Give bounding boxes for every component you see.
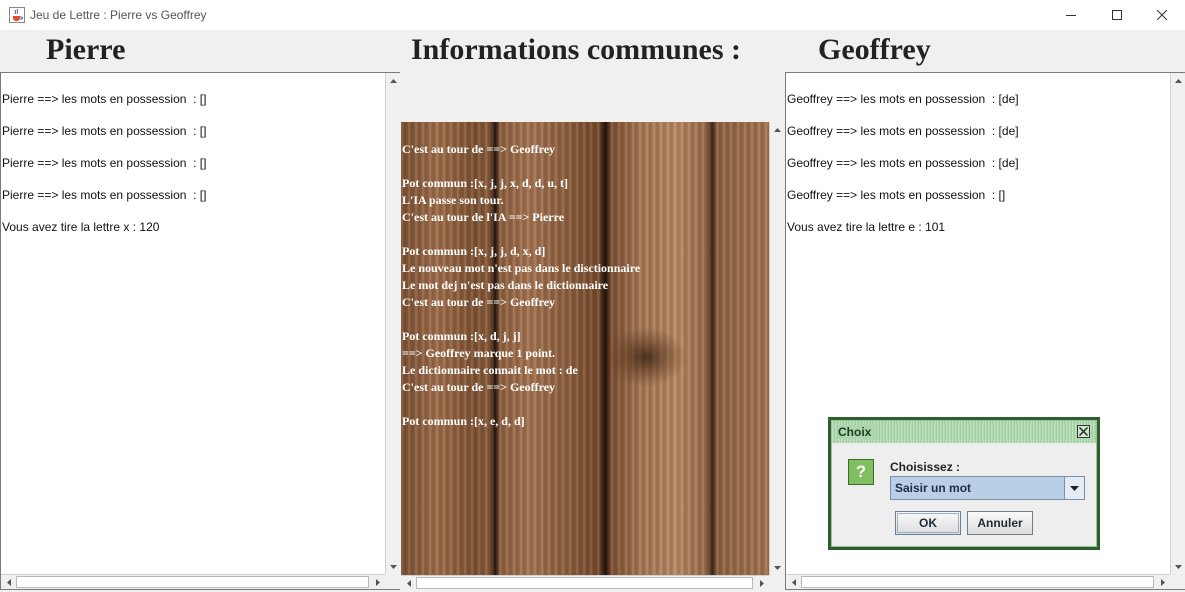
choice-prompt: Choisissez : [890, 460, 961, 474]
question-icon: ? [848, 459, 874, 485]
dialog-title: Choix [838, 425, 876, 439]
ok-button[interactable]: OK [895, 511, 961, 535]
scroll-down-arrow-icon[interactable] [1171, 559, 1185, 574]
window-title-bar: Jeu de Lettre : Pierre vs Geoffrey [0, 0, 1185, 30]
choice-select-value: Saisir un mot [895, 481, 972, 495]
log-line: Pot commun :[x, e, d, d] [402, 414, 525, 428]
cancel-button[interactable]: Annuler [967, 511, 1033, 535]
log-line: Pierre ==> les mots en possession : [] [2, 156, 207, 170]
window-title: Jeu de Lettre : Pierre vs Geoffrey [30, 8, 207, 22]
close-button[interactable] [1139, 0, 1185, 30]
dialog-close-button[interactable] [1077, 425, 1090, 438]
maximize-icon [1112, 10, 1122, 20]
log-line: Vous avez tire la lettre x : 120 [2, 220, 160, 234]
minimize-button[interactable] [1048, 0, 1094, 30]
log-line: Pierre ==> les mots en possession : [] [2, 124, 207, 138]
log-line: Geoffrey ==> les mots en possession : [] [787, 188, 1006, 202]
log-line: Pot commun :[x, j, j, x, d, d, u, t] [402, 176, 568, 190]
left-player-log[interactable]: Pierre ==> les mots en possession : [] P… [0, 72, 400, 590]
scroll-thumb[interactable] [416, 577, 753, 589]
center-horizontal-scrollbar[interactable] [401, 575, 769, 590]
log-line: Geoffrey ==> les mots en possession : [d… [787, 124, 1019, 138]
left-vertical-scrollbar[interactable] [385, 73, 400, 574]
scroll-thumb[interactable] [801, 576, 1154, 588]
minimize-icon [1066, 15, 1076, 16]
log-line: C'est au tour de ==> Geoffrey [402, 380, 556, 394]
scroll-thumb[interactable] [16, 576, 369, 588]
scroll-corner [385, 574, 400, 589]
common-log-text: C'est au tour de ==> Geoffrey Pot commun… [402, 141, 640, 430]
scroll-right-arrow-icon[interactable] [370, 575, 385, 590]
log-line: Geoffrey ==> les mots en possession : [d… [787, 156, 1019, 170]
scroll-left-arrow-icon[interactable] [786, 575, 801, 590]
close-icon [1157, 10, 1167, 20]
scroll-left-arrow-icon[interactable] [401, 576, 416, 591]
scroll-right-arrow-icon[interactable] [1155, 575, 1170, 590]
common-info-log[interactable]: C'est au tour de ==> Geoffrey Pot commun… [401, 122, 769, 575]
log-line: Pierre ==> les mots en possession : [] [2, 188, 207, 202]
close-icon [1079, 427, 1088, 436]
scroll-up-arrow-icon[interactable] [770, 122, 785, 137]
dialog-title-bar[interactable]: Choix [832, 421, 1096, 443]
left-horizontal-scrollbar[interactable] [1, 574, 385, 589]
log-line: Le mot dej n'est pas dans le dictionnair… [402, 278, 609, 292]
scroll-corner [1170, 574, 1185, 589]
scroll-left-arrow-icon[interactable] [1, 575, 16, 590]
log-line: Le nouveau mot n'est pas dans le disctio… [402, 261, 641, 275]
log-line: C'est au tour de l'IA ==> Pierre [402, 210, 565, 224]
scroll-up-arrow-icon[interactable] [386, 73, 401, 88]
log-line: L'IA passe son tour. [402, 193, 504, 207]
log-line: C'est au tour de ==> Geoffrey [402, 295, 556, 309]
scroll-down-arrow-icon[interactable] [770, 560, 785, 575]
center-vertical-scrollbar[interactable] [769, 122, 784, 575]
right-player-name: Geoffrey [818, 33, 931, 66]
common-info-heading: Informations communes : [411, 33, 741, 66]
choice-dialog: Choix ? Choisissez : Saisir un mot OK An… [828, 417, 1100, 550]
dialog-body: Choix ? Choisissez : Saisir un mot OK An… [831, 420, 1097, 547]
log-line: Pot commun :[x, d, j, j] [402, 329, 521, 343]
right-vertical-scrollbar[interactable] [1170, 73, 1185, 574]
log-line: Pierre ==> les mots en possession : [] [2, 92, 207, 106]
log-line: Geoffrey ==> les mots en possession : [d… [787, 92, 1019, 106]
scroll-up-arrow-icon[interactable] [1171, 73, 1185, 88]
scroll-right-arrow-icon[interactable] [754, 576, 769, 591]
log-line: Pot commun :[x, j, j, d, x, d] [402, 244, 546, 258]
chevron-down-icon[interactable] [1064, 477, 1084, 499]
log-line: ==> Geoffrey marque 1 point. [402, 346, 556, 360]
log-line: C'est au tour de ==> Geoffrey [402, 142, 556, 156]
scroll-down-arrow-icon[interactable] [386, 559, 401, 574]
choice-select[interactable]: Saisir un mot [890, 476, 1085, 500]
log-line: Le dictionnaire connait le mot : de [402, 363, 578, 377]
scroll-corner [769, 575, 784, 590]
right-horizontal-scrollbar[interactable] [786, 574, 1170, 589]
left-player-name: Pierre [46, 33, 126, 66]
log-line: Vous avez tire la lettre e : 101 [787, 220, 946, 234]
right-log-text: Geoffrey ==> les mots en possession : [d… [787, 90, 1019, 250]
left-log-text: Pierre ==> les mots en possession : [] P… [2, 90, 206, 250]
java-cup-icon [9, 7, 25, 23]
maximize-button[interactable] [1094, 0, 1140, 30]
